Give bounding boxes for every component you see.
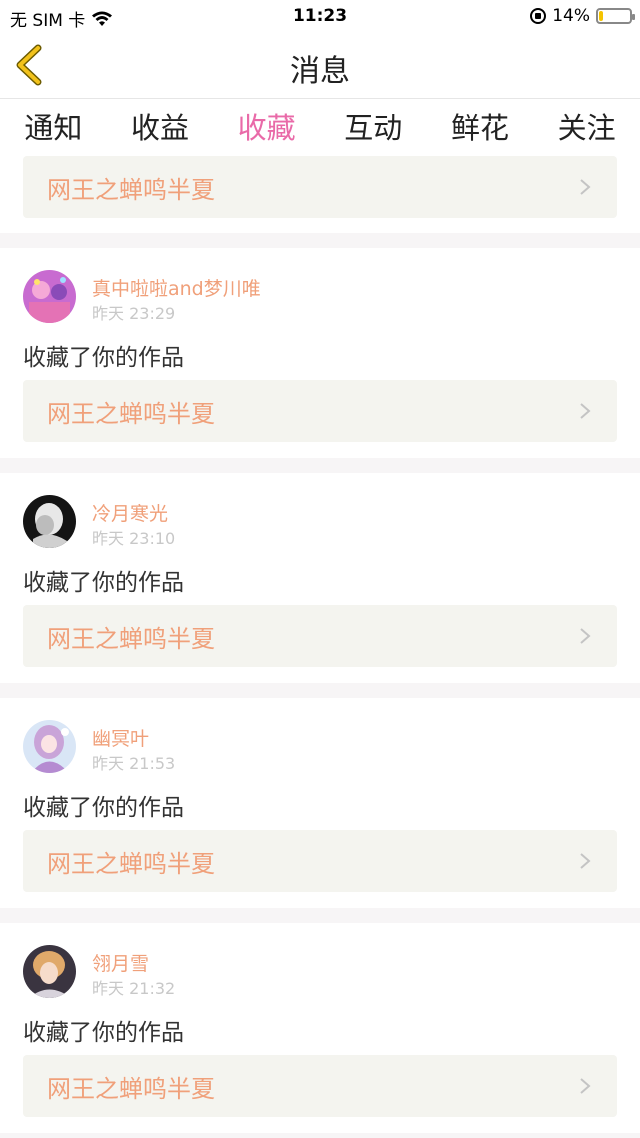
avatar-image xyxy=(23,720,76,773)
work-link-card[interactable]: 网王之蝉鸣半夏 xyxy=(23,605,617,667)
list-item: 冷月寒光 昨天 23:10 收藏了你的作品 网王之蝉鸣半夏 xyxy=(0,473,640,683)
chevron-right-icon xyxy=(580,403,591,419)
tab-flowers[interactable]: 鲜花 xyxy=(451,99,509,147)
chevron-right-icon xyxy=(580,628,591,644)
status-right: 14% xyxy=(530,6,635,26)
username[interactable]: 真中啦啦and梦川唯 xyxy=(92,274,261,301)
work-title: 网王之蝉鸣半夏 xyxy=(47,400,215,428)
tab-favorites[interactable]: 收藏 xyxy=(237,99,296,157)
work-title: 网王之蝉鸣半夏 xyxy=(47,850,215,878)
chevron-right-icon xyxy=(580,179,591,195)
tab-label: 鲜花 xyxy=(450,111,509,145)
avatar[interactable] xyxy=(23,495,76,548)
orientation-lock-icon xyxy=(530,8,547,24)
work-link-card[interactable]: 网王之蝉鸣半夏 xyxy=(23,1055,617,1117)
action-text: 收藏了你的作品 xyxy=(23,345,184,371)
tab-earnings[interactable]: 收益 xyxy=(131,99,189,147)
chevron-right-icon xyxy=(580,853,591,869)
avatar-image xyxy=(23,495,76,548)
battery-icon xyxy=(596,8,635,24)
work-link-card[interactable]: 网王之蝉鸣半夏 xyxy=(23,380,617,442)
tab-label: 关注 xyxy=(557,111,616,145)
avatar[interactable] xyxy=(23,720,76,773)
work-title: 网王之蝉鸣半夏 xyxy=(47,625,215,653)
battery-percent: 14% xyxy=(552,6,590,26)
action-text: 收藏了你的作品 xyxy=(23,1020,184,1046)
status-bar: 无 SIM 卡 11:23 14% xyxy=(0,0,640,32)
tab-follows[interactable]: 关注 xyxy=(558,99,616,147)
timestamp: 昨天 23:10 xyxy=(92,529,176,548)
tab-bar: 通知 收益 收藏 互动 鲜花 关注 xyxy=(0,99,640,157)
avatar-image xyxy=(23,270,76,323)
action-text: 收藏了你的作品 xyxy=(23,795,184,821)
tab-label: 收益 xyxy=(130,111,189,145)
username[interactable]: 翎月雪 xyxy=(92,949,149,976)
timestamp: 昨天 21:53 xyxy=(92,754,176,773)
avatar[interactable] xyxy=(23,270,76,323)
work-title: 网王之蝉鸣半夏 xyxy=(47,1075,215,1103)
avatar[interactable] xyxy=(23,945,76,998)
chevron-right-icon xyxy=(580,1078,591,1094)
page-title: 消息 xyxy=(290,54,350,89)
work-title: 网王之蝉鸣半夏 xyxy=(47,176,215,204)
tab-label: 互动 xyxy=(344,111,403,145)
tab-interactions[interactable]: 互动 xyxy=(344,99,402,147)
action-text: 收藏了你的作品 xyxy=(23,570,184,596)
list-item: 翎月雪 昨天 21:32 收藏了你的作品 网王之蝉鸣半夏 xyxy=(0,923,640,1133)
list-item: 网王之蝉鸣半夏 xyxy=(0,151,640,233)
avatar-image xyxy=(23,945,76,998)
list-item: 幽冥叶 昨天 21:53 收藏了你的作品 网王之蝉鸣半夏 xyxy=(0,698,640,908)
tab-label: 收藏 xyxy=(237,111,296,145)
battery-level xyxy=(599,11,603,21)
work-link-card[interactable]: 网王之蝉鸣半夏 xyxy=(23,156,617,218)
timestamp: 昨天 23:29 xyxy=(92,304,176,323)
nav-bar: 消息 xyxy=(0,32,640,99)
tab-label: 通知 xyxy=(24,111,83,145)
timestamp: 昨天 21:32 xyxy=(92,979,176,998)
work-link-card[interactable]: 网王之蝉鸣半夏 xyxy=(23,830,617,892)
username[interactable]: 冷月寒光 xyxy=(92,499,168,526)
list-item: 真中啦啦and梦川唯 昨天 23:29 收藏了你的作品 网王之蝉鸣半夏 xyxy=(0,248,640,458)
tab-notifications[interactable]: 通知 xyxy=(24,99,82,147)
username[interactable]: 幽冥叶 xyxy=(92,724,149,751)
